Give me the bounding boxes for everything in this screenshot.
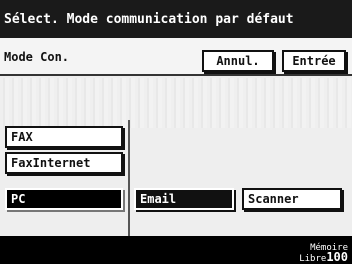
memory-value: 100 [326, 250, 348, 264]
background-texture [0, 78, 352, 128]
option-email-button[interactable]: Email [134, 188, 234, 210]
enter-button[interactable]: Entrée [282, 50, 346, 72]
main-panel: Mode Con. Annul. Entrée FAX FaxInternet … [0, 38, 352, 236]
memory-label-line2: Libre [299, 254, 327, 264]
option-scanner-button[interactable]: Scanner [242, 188, 342, 210]
mode-fax-button[interactable]: FAX [5, 126, 123, 148]
mode-faxinternet-button[interactable]: FaxInternet [5, 152, 123, 174]
mode-pc-button[interactable]: PC [5, 188, 123, 210]
memory-indicator: Mémoire Libre100 [299, 244, 348, 264]
screen-title: Sélect. Mode communication par défaut [0, 0, 352, 38]
mode-label: Mode Con. [4, 50, 70, 64]
cancel-button[interactable]: Annul. [202, 50, 274, 72]
vertical-divider [128, 120, 130, 236]
toolbar: Mode Con. Annul. Entrée [0, 38, 352, 76]
